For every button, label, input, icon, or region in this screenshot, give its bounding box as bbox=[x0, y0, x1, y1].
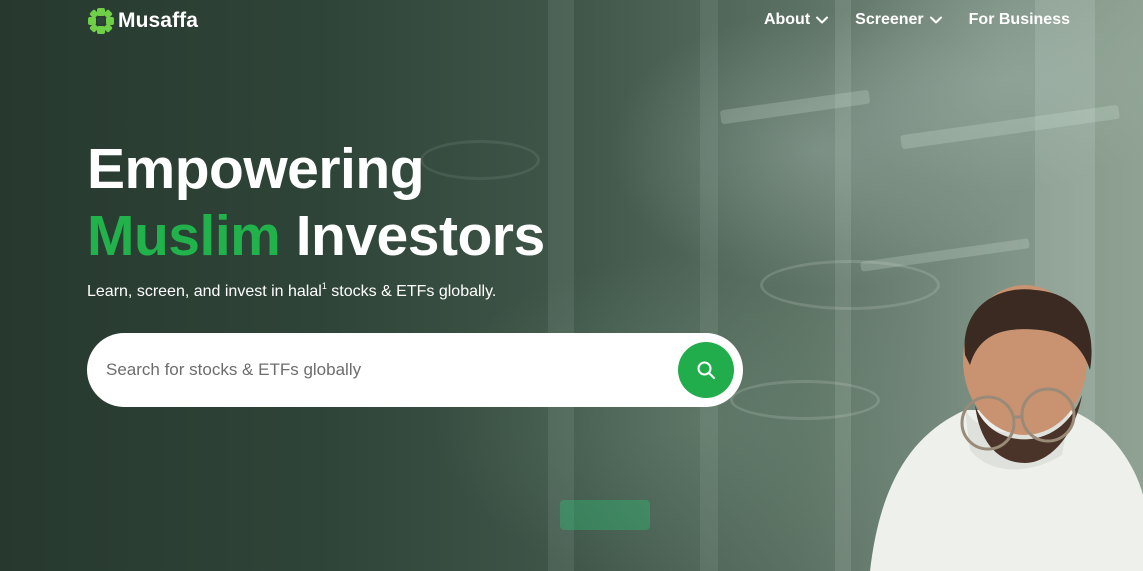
person-photo bbox=[870, 285, 1143, 571]
hero-subtitle: Learn, screen, and invest in halal1 stoc… bbox=[87, 281, 497, 301]
hero-headline: Empowering Muslim Investors bbox=[87, 136, 545, 270]
nav-about[interactable]: About bbox=[763, 11, 829, 29]
nav-screener-label: Screener bbox=[855, 11, 924, 28]
footnote-marker[interactable]: 1 bbox=[322, 281, 327, 291]
nav-for-business[interactable]: For Business bbox=[969, 11, 1070, 29]
nav-about-label: About bbox=[763, 11, 811, 28]
headline-accent-word: Muslim bbox=[87, 204, 281, 268]
headline-line-2: Muslim Investors bbox=[87, 203, 545, 270]
subtitle-text-end: stocks & ETFs globally. bbox=[326, 283, 497, 300]
search-button[interactable] bbox=[678, 342, 734, 398]
chevron-down-icon bbox=[816, 16, 829, 24]
search-bar bbox=[87, 333, 743, 407]
nav-screener[interactable]: Screener bbox=[855, 11, 942, 29]
musaffa-logo-icon bbox=[88, 8, 114, 34]
headline-line-1: Empowering bbox=[87, 137, 425, 201]
brand-name: Musaffa bbox=[118, 9, 199, 32]
subtitle-text-start: Learn, screen, and invest in halal bbox=[87, 283, 322, 300]
search-input[interactable] bbox=[87, 333, 667, 407]
nav-for-business-label: For Business bbox=[968, 11, 1070, 28]
chevron-down-icon bbox=[929, 16, 942, 24]
main-nav: About Screener For Business bbox=[737, 11, 1070, 29]
search-icon bbox=[697, 361, 715, 379]
headline-rest: Investors bbox=[295, 204, 545, 268]
brand-logo[interactable]: Musaffa bbox=[87, 7, 198, 35]
site-header: Musaffa About Screener For Business bbox=[0, 0, 1143, 44]
hero-section: Musaffa About Screener For Business Empo… bbox=[0, 0, 1143, 571]
